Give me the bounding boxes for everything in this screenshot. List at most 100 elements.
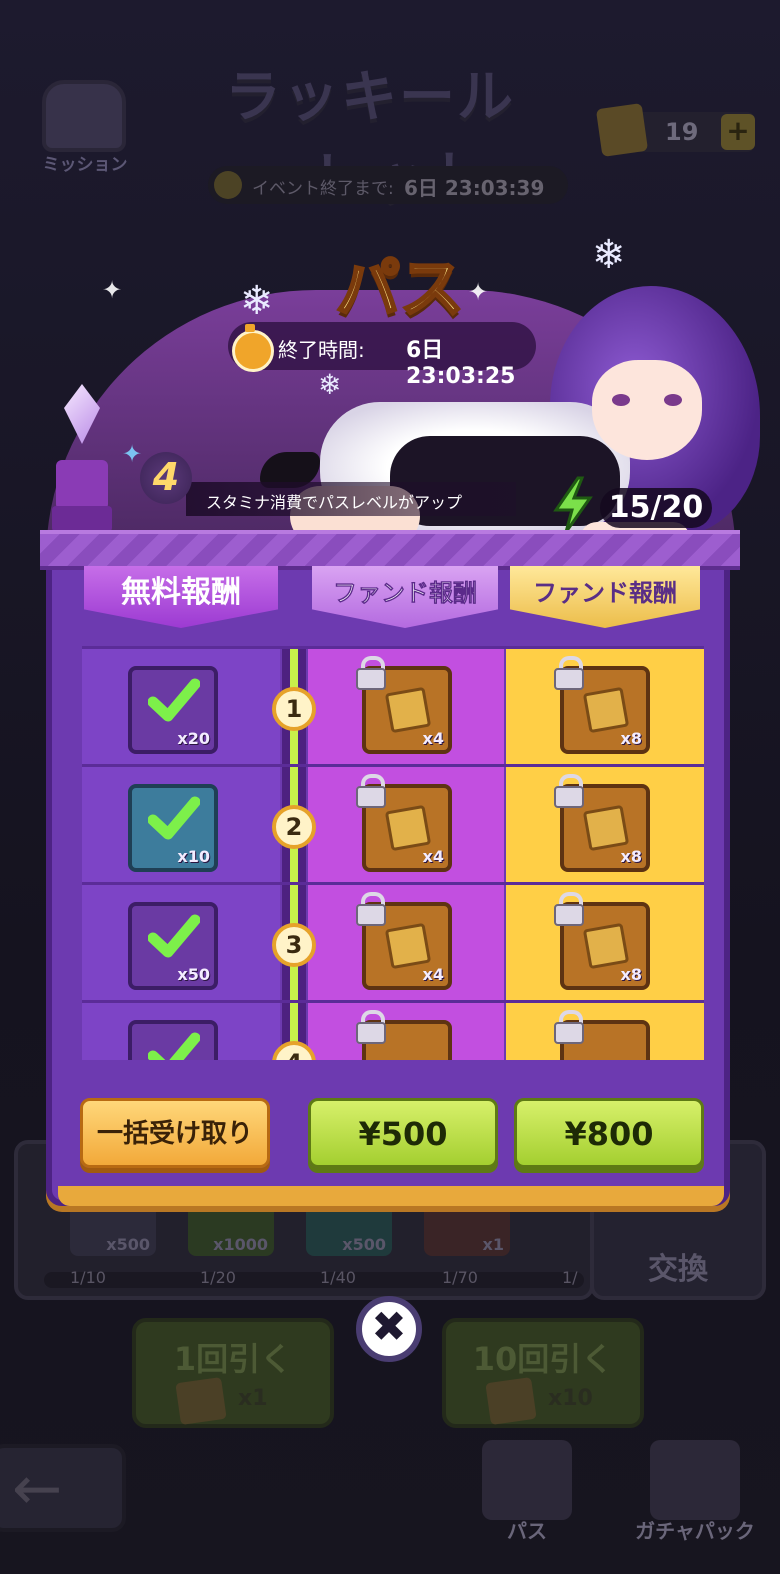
crystal-decoration	[52, 384, 112, 532]
checkmark-icon	[148, 1032, 200, 1060]
ticket-icon	[384, 804, 432, 852]
level-marker: 3	[272, 923, 316, 967]
event-timer-value: 6日 23:03:39	[404, 176, 545, 200]
ticket-icon	[582, 922, 630, 970]
fund-reward-slot[interactable]: x4	[356, 656, 452, 754]
crystal-base	[52, 506, 112, 532]
clock-icon	[214, 171, 242, 199]
fund-premium-reward-slot[interactable]: x8	[554, 656, 650, 754]
lock-icon	[554, 656, 584, 690]
pass-timer-label: 終了時間:	[278, 338, 365, 362]
ticket-counter: 19 +	[595, 103, 755, 157]
free-reward-slot[interactable]: x50	[128, 902, 218, 990]
lock-icon	[356, 774, 386, 808]
crystal-icon	[64, 384, 100, 444]
stamina-counter: 15/20	[552, 476, 712, 536]
ticket-icon	[595, 103, 649, 157]
stamina-value: 15/20	[600, 488, 712, 528]
reward-qty: x1	[482, 1235, 504, 1254]
ticket-icon	[485, 1377, 537, 1425]
reward-qty: x8	[620, 965, 642, 984]
reward-qty: x10	[177, 847, 210, 866]
level-marker: 1	[272, 687, 316, 731]
pass-timer: 終了時間: 6日 23:03:25	[228, 322, 536, 389]
reward-qty: x8	[620, 847, 642, 866]
exchange-label: 交換	[648, 1252, 708, 1287]
pass-title: パス	[335, 252, 466, 329]
pull-ten-button[interactable]: 10回引く x10	[442, 1318, 644, 1428]
free-reward-slot[interactable]	[128, 1020, 218, 1060]
pass-timer-value: 6日 23:03:25	[406, 338, 516, 389]
stopwatch-icon	[228, 322, 274, 372]
pass-panel-bottom-trim	[58, 1186, 724, 1206]
reward-qty: x500	[342, 1235, 386, 1254]
reward-row: x20 1 x4 x8	[82, 646, 704, 764]
lock-icon	[554, 774, 584, 808]
stamina-hint: スタミナ消費でパスレベルがアップ	[186, 482, 516, 516]
checkmark-icon	[148, 914, 200, 958]
level-marker: 2	[272, 805, 316, 849]
level-marker: 4	[272, 1041, 316, 1060]
fund-premium-reward-slot[interactable]	[554, 1010, 650, 1060]
reward-row: x50 3 x4 x8	[82, 882, 704, 1000]
fund-premium-reward-slot[interactable]: x8	[554, 774, 650, 872]
character-face	[592, 360, 702, 460]
snowflake-icon: ❄	[592, 232, 626, 278]
buy-800-button[interactable]: ¥800	[514, 1098, 704, 1168]
nav-pass-label: パス	[507, 1519, 547, 1543]
ticket-icon	[582, 686, 630, 734]
close-button[interactable]: ✖	[356, 1296, 422, 1362]
pass-level-badge: 4	[140, 452, 192, 504]
free-reward-slot[interactable]: x10	[128, 784, 218, 872]
ticket-icon	[384, 922, 432, 970]
progress-label: 1/70	[442, 1268, 478, 1287]
lightning-bolt-icon	[553, 476, 593, 533]
fund-premium-reward-slot[interactable]: x8	[554, 892, 650, 990]
reward-qty: x500	[106, 1235, 150, 1254]
fund-reward-slot[interactable]: x4	[356, 892, 452, 990]
add-ticket-button[interactable]: +	[721, 114, 755, 150]
crystal-stand	[56, 460, 108, 510]
sparkle-icon: ✦	[122, 440, 143, 468]
ticket-count: 19	[665, 118, 699, 146]
checkmark-icon	[148, 796, 200, 840]
progress-label: 1/10	[70, 1268, 106, 1287]
reward-qty: x1000	[213, 1235, 268, 1254]
pull-once-button[interactable]: 1回引く x1	[132, 1318, 334, 1428]
reward-qty: x4	[422, 729, 444, 748]
gift-bag-icon	[650, 1440, 740, 1520]
fund-reward-slot[interactable]: x4	[356, 774, 452, 872]
reward-qty: x4	[422, 847, 444, 866]
checkmark-icon	[148, 678, 200, 722]
milestone-progress-bar	[44, 1272, 584, 1288]
pull-once-label: 1回引く	[173, 1340, 293, 1378]
lock-icon	[554, 1010, 584, 1044]
reward-qty: x20	[177, 729, 210, 748]
pull-ten-cost: x10	[548, 1386, 593, 1411]
ticket-icon	[384, 686, 432, 734]
ticket-icon	[582, 804, 630, 852]
mission-button[interactable]: ミッション	[30, 80, 140, 180]
fund-reward-slot[interactable]	[356, 1010, 452, 1060]
nav-gacha-pack-label: ガチャパック	[635, 1519, 755, 1543]
progress-label: 1/20	[200, 1268, 236, 1287]
back-button[interactable]: ←	[0, 1444, 126, 1532]
pull-ten-label: 10回引く	[472, 1340, 614, 1378]
progress-label: 1/40	[320, 1268, 356, 1287]
nav-pass[interactable]: パス	[462, 1440, 592, 1544]
lock-icon	[356, 1010, 386, 1044]
reward-row: x10 2 x4 x8	[82, 764, 704, 882]
nav-gacha-pack[interactable]: ガチャパック	[630, 1440, 760, 1544]
pull-once-cost: x1	[238, 1386, 268, 1411]
lock-icon	[356, 892, 386, 926]
mission-board-icon	[42, 80, 126, 152]
character-eye	[664, 394, 682, 406]
buy-500-button[interactable]: ¥500	[308, 1098, 498, 1168]
reward-grid[interactable]: x20 1 x4 x8 x10 2 x4 x8 x50 3 x4 x8	[82, 646, 704, 1060]
reward-qty: x8	[620, 729, 642, 748]
free-reward-slot[interactable]: x20	[128, 666, 218, 754]
claim-all-button[interactable]: 一括受け取り	[80, 1098, 270, 1168]
reward-qty: x4	[422, 965, 444, 984]
lock-icon	[554, 892, 584, 926]
reward-row: 4	[82, 1000, 704, 1060]
